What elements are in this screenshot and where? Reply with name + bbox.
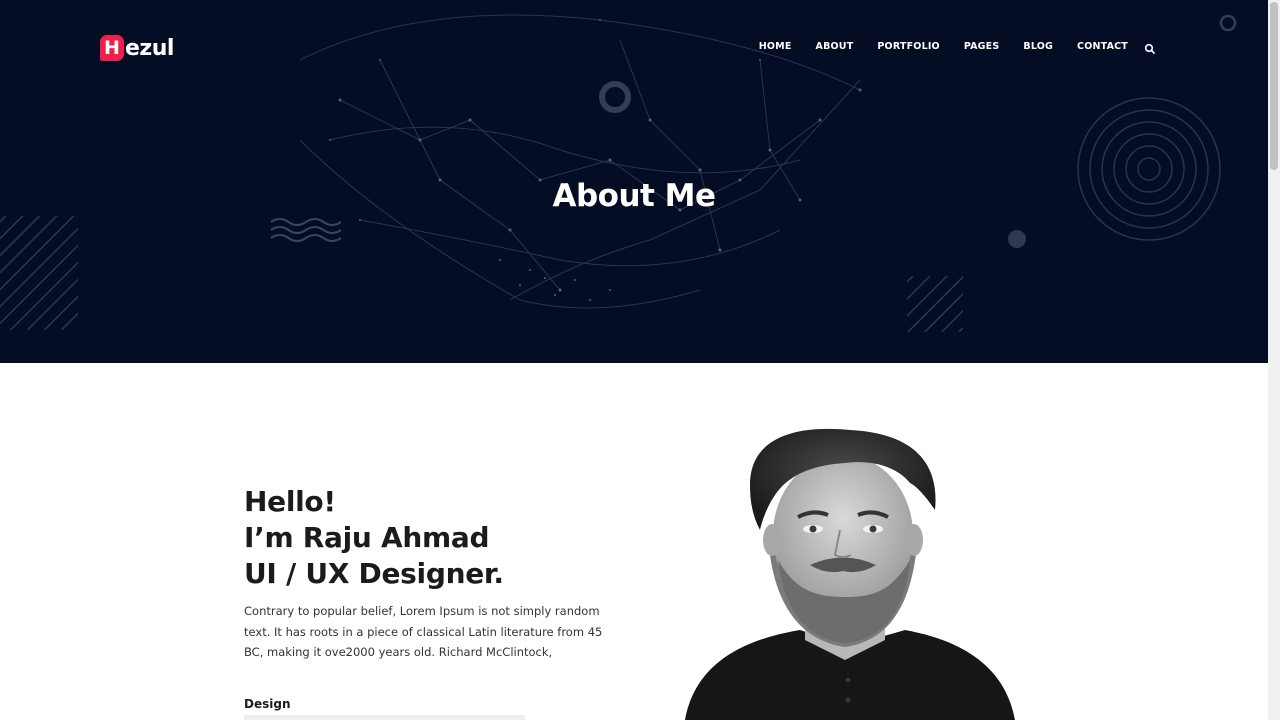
page-title: About Me — [552, 178, 716, 214]
scrollbar[interactable] — [1268, 0, 1280, 720]
ring-graphic — [599, 81, 631, 113]
about-description: Contrary to popular belief, Lorem Ipsum … — [244, 604, 603, 659]
nav-item-portfolio[interactable]: PORTFOLIO — [877, 41, 939, 52]
portrait-photo — [685, 428, 1015, 720]
dot-graphic — [1008, 230, 1026, 248]
nav-item-pages[interactable]: PAGES — [964, 41, 1000, 52]
nav-item-contact[interactable]: CONTACT — [1077, 41, 1128, 52]
about-heading-line: Hello! — [244, 485, 336, 518]
search-icon[interactable] — [1144, 40, 1156, 54]
nav-item-home[interactable]: HOME — [759, 41, 792, 52]
skill-label: Design — [244, 697, 291, 711]
network-globe-graphic — [299, 14, 861, 309]
about-heading-line: UI / UX Designer. — [244, 557, 504, 590]
skill-progress-track — [244, 715, 525, 720]
about-heading: Hello! I’m Raju Ahmad UI / UX Designer. — [244, 484, 504, 592]
site-logo[interactable]: H ezul — [100, 33, 174, 63]
hatched-block-left — [0, 216, 78, 330]
about-heading-line: I’m Raju Ahmad — [244, 521, 490, 554]
main-nav: HOME ABOUT PORTFOLIO PAGES BLOG CONTACT — [759, 40, 1156, 54]
logo-text: ezul — [125, 35, 174, 61]
small-ring-graphic — [1219, 14, 1237, 32]
nav-item-about[interactable]: ABOUT — [816, 41, 854, 52]
concentric-circles-graphic — [1077, 97, 1221, 241]
nav-item-blog[interactable]: BLOG — [1023, 41, 1053, 52]
scrollbar-thumb[interactable] — [1270, 2, 1278, 170]
page-hero: H ezul HOME ABOUT PORTFOLIO PAGES BLOG C… — [0, 0, 1268, 363]
hatched-block-right — [907, 276, 963, 332]
logo-mark: H — [100, 35, 124, 61]
wave-lines-graphic — [270, 218, 342, 242]
